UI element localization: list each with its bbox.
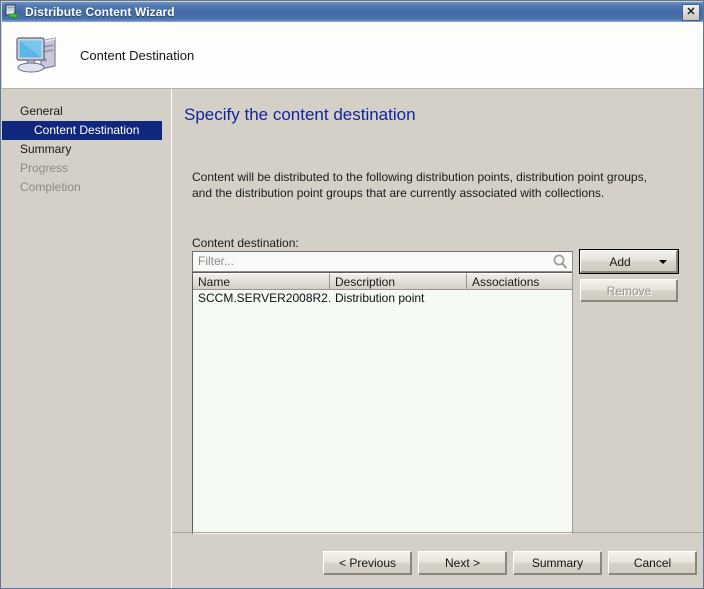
column-header-associations[interactable]: Associations — [467, 273, 572, 289]
wizard-banner: Content Destination — [2, 22, 703, 89]
cell-name: SCCM.SERVER2008R2.... — [198, 291, 330, 305]
wizard-step-nav: General Content Destination Summary Prog… — [2, 89, 172, 588]
table-row[interactable]: SCCM.SERVER2008R2.... Distribution point — [193, 290, 572, 306]
computer-icon — [14, 32, 62, 78]
close-glyph: ✕ — [686, 6, 696, 18]
wizard-footer: < Previous Next > Summary Cancel — [173, 534, 703, 588]
filter-input[interactable] — [193, 253, 551, 270]
sidebar-item-completion: Completion — [20, 180, 81, 194]
column-header-description[interactable]: Description — [330, 273, 467, 289]
chevron-down-icon — [659, 260, 667, 264]
remove-button-label: Remove — [606, 283, 652, 298]
add-button[interactable]: Add — [579, 249, 679, 274]
content-destination-label: Content destination: — [192, 236, 299, 250]
window-title: Distribute Content Wizard — [25, 5, 175, 19]
page-description: Content will be distributed to the follo… — [192, 170, 647, 200]
summary-button[interactable]: Summary — [513, 551, 602, 575]
search-icon[interactable] — [551, 253, 569, 270]
wizard-window: Distribute Content Wizard ✕ Content Dest… — [0, 0, 704, 589]
sidebar-item-summary[interactable]: Summary — [2, 140, 171, 159]
column-header-name[interactable]: Name — [193, 273, 330, 289]
filter-box[interactable] — [192, 251, 573, 272]
cell-description: Distribution point — [335, 291, 425, 305]
banner-title: Content Destination — [80, 47, 195, 63]
footer-separator — [173, 532, 703, 533]
sidebar-item-progress: Progress — [20, 161, 69, 175]
distribute-content-icon — [5, 4, 21, 20]
next-button[interactable]: Next > — [418, 551, 507, 575]
previous-button[interactable]: < Previous — [323, 551, 412, 575]
sidebar-item-general[interactable]: General — [2, 102, 171, 121]
remove-button: Remove — [580, 279, 678, 302]
title-bar: Distribute Content Wizard ✕ — [2, 2, 703, 22]
close-icon[interactable]: ✕ — [682, 4, 700, 21]
add-button-label: Add — [609, 254, 631, 269]
page-title: Specify the content destination — [184, 105, 416, 124]
sidebar-item-content-destination[interactable]: Content Destination — [2, 121, 162, 140]
wizard-page: Specify the content destination Content … — [173, 89, 703, 588]
cancel-button[interactable]: Cancel — [608, 551, 697, 575]
cell-associations — [467, 290, 572, 306]
list-header-row: Name Description Associations — [193, 273, 572, 290]
